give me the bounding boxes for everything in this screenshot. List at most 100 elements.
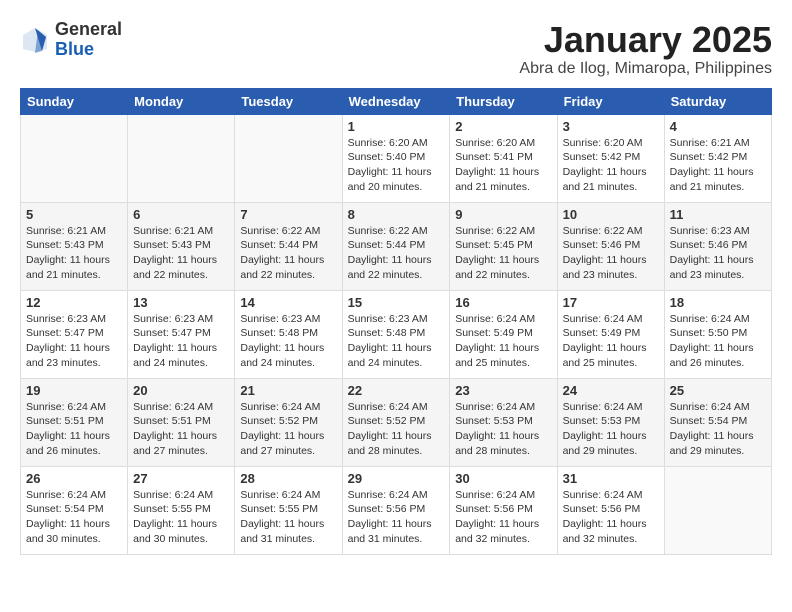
calendar-cell: 31Sunrise: 6:24 AM Sunset: 5:56 PM Dayli… [557,466,664,554]
day-number: 26 [26,471,122,486]
day-info: Sunrise: 6:20 AM Sunset: 5:41 PM Dayligh… [455,136,551,195]
calendar-week-row: 26Sunrise: 6:24 AM Sunset: 5:54 PM Dayli… [21,466,772,554]
day-number: 7 [240,207,336,222]
calendar-cell: 25 Sunrise: 6:24 AM Sunset: 5:54 PM Dayli… [664,378,771,466]
calendar-cell: 1 Sunrise: 6:20 AM Sunset: 5:40 PM Daylig… [342,114,450,202]
day-info: Sunrise: 6:20 AM Sunset: 5:42 PM Dayligh… [563,136,659,195]
day-info: Sunrise: 6:24 AM Sunset: 5:49 PM Dayligh… [455,312,551,371]
calendar-cell [128,114,235,202]
day-info: Sunrise: 6:24 AM Sunset: 5:51 PM Dayligh… [133,400,229,459]
day-info: Sunrise: 6:24 AM Sunset: 5:50 PM Dayligh… [670,312,766,371]
day-info: Sunrise: 6:21 AM Sunset: 5:43 PM Dayligh… [133,224,229,283]
calendar-cell: 20 Sunrise: 6:24 AM Sunset: 5:51 PM Dayli… [128,378,235,466]
day-info: Sunrise: 6:24 AM Sunset: 5:54 PM Dayligh… [670,400,766,459]
calendar-week-row: 12 Sunrise: 6:23 AM Sunset: 5:47 PM Dayli… [21,290,772,378]
calendar-week-row: 1 Sunrise: 6:20 AM Sunset: 5:40 PM Daylig… [21,114,772,202]
calendar-day-header: Thursday [450,88,557,114]
day-info: Sunrise: 6:24 AM Sunset: 5:52 PM Dayligh… [348,400,445,459]
day-info: Sunrise: 6:22 AM Sunset: 5:45 PM Dayligh… [455,224,551,283]
day-number: 5 [26,207,122,222]
day-info: Sunrise: 6:22 AM Sunset: 5:44 PM Dayligh… [240,224,336,283]
day-info: Sunrise: 6:22 AM Sunset: 5:44 PM Dayligh… [348,224,445,283]
day-info: Sunrise: 6:24 AM Sunset: 5:53 PM Dayligh… [455,400,551,459]
calendar-cell: 26Sunrise: 6:24 AM Sunset: 5:54 PM Dayli… [21,466,128,554]
calendar-cell: 3 Sunrise: 6:20 AM Sunset: 5:42 PM Daylig… [557,114,664,202]
day-number: 18 [670,295,766,310]
day-number: 4 [670,119,766,134]
page: General Blue January 2025 Abra de Ilog, … [0,0,792,565]
day-number: 9 [455,207,551,222]
day-info: Sunrise: 6:23 AM Sunset: 5:47 PM Dayligh… [133,312,229,371]
day-info: Sunrise: 6:20 AM Sunset: 5:40 PM Dayligh… [348,136,445,195]
calendar-day-header: Monday [128,88,235,114]
calendar-day-header: Tuesday [235,88,342,114]
logo-blue: Blue [55,40,122,60]
calendar-cell: 19Sunrise: 6:24 AM Sunset: 5:51 PM Dayli… [21,378,128,466]
calendar-cell: 29Sunrise: 6:24 AM Sunset: 5:56 PM Dayli… [342,466,450,554]
day-info: Sunrise: 6:23 AM Sunset: 5:46 PM Dayligh… [670,224,766,283]
calendar-cell: 10 Sunrise: 6:22 AM Sunset: 5:46 PM Dayli… [557,202,664,290]
calendar-cell: 12Sunrise: 6:23 AM Sunset: 5:47 PM Dayli… [21,290,128,378]
header: General Blue January 2025 Abra de Ilog, … [20,20,772,78]
day-info: Sunrise: 6:23 AM Sunset: 5:48 PM Dayligh… [240,312,336,371]
calendar-cell: 22 Sunrise: 6:24 AM Sunset: 5:52 PM Dayli… [342,378,450,466]
day-number: 30 [455,471,551,486]
calendar-cell: 13Sunrise: 6:23 AM Sunset: 5:47 PM Dayli… [128,290,235,378]
day-number: 16 [455,295,551,310]
day-number: 27 [133,471,229,486]
day-info: Sunrise: 6:21 AM Sunset: 5:42 PM Dayligh… [670,136,766,195]
day-number: 25 [670,383,766,398]
calendar-week-row: 19 Sunrise: 6:24 AM Sunset: 5:51 PM Dayli… [21,378,772,466]
day-info: Sunrise: 6:24 AM Sunset: 5:55 PM Dayligh… [240,488,336,547]
day-number: 24 [563,383,659,398]
day-number: 1 [348,119,445,134]
day-number: 12 [26,295,122,310]
calendar-cell: 2Sunrise: 6:20 AM Sunset: 5:41 PM Daylig… [450,114,557,202]
day-number: 23 [455,383,551,398]
day-info: Sunrise: 6:24 AM Sunset: 5:49 PM Dayligh… [563,312,659,371]
calendar-title: January 2025 [519,20,772,60]
calendar-cell: 6 Sunrise: 6:21 AM Sunset: 5:43 PM Daylig… [128,202,235,290]
calendar-subtitle: Abra de Ilog, Mimaropa, Philippines [519,60,772,78]
day-number: 29 [348,471,445,486]
calendar-cell: 15Sunrise: 6:23 AM Sunset: 5:48 PM Dayli… [342,290,450,378]
calendar-table: SundayMondayTuesdayWednesdayThursdayFrid… [20,88,772,555]
calendar-cell: 21Sunrise: 6:24 AM Sunset: 5:52 PM Dayli… [235,378,342,466]
calendar-cell: 24 Sunrise: 6:24 AM Sunset: 5:53 PM Dayli… [557,378,664,466]
calendar-cell: 14 Sunrise: 6:23 AM Sunset: 5:48 PM Dayli… [235,290,342,378]
calendar-cell: 16 Sunrise: 6:24 AM Sunset: 5:49 PM Dayli… [450,290,557,378]
day-number: 14 [240,295,336,310]
day-number: 19 [26,383,122,398]
logo-text: General Blue [55,20,122,60]
day-number: 20 [133,383,229,398]
calendar-cell: 23 Sunrise: 6:24 AM Sunset: 5:53 PM Dayli… [450,378,557,466]
day-info: Sunrise: 6:24 AM Sunset: 5:55 PM Dayligh… [133,488,229,547]
day-number: 3 [563,119,659,134]
calendar-cell [21,114,128,202]
day-info: Sunrise: 6:21 AM Sunset: 5:43 PM Dayligh… [26,224,122,283]
day-number: 28 [240,471,336,486]
logo: General Blue [20,20,122,60]
calendar-cell: 11Sunrise: 6:23 AM Sunset: 5:46 PM Dayli… [664,202,771,290]
day-number: 22 [348,383,445,398]
calendar-cell: 27 Sunrise: 6:24 AM Sunset: 5:55 PM Dayli… [128,466,235,554]
day-number: 8 [348,207,445,222]
day-number: 15 [348,295,445,310]
day-info: Sunrise: 6:24 AM Sunset: 5:53 PM Dayligh… [563,400,659,459]
calendar-cell: 17Sunrise: 6:24 AM Sunset: 5:49 PM Dayli… [557,290,664,378]
day-number: 31 [563,471,659,486]
logo-general: General [55,20,122,40]
calendar-day-header: Sunday [21,88,128,114]
day-info: Sunrise: 6:22 AM Sunset: 5:46 PM Dayligh… [563,224,659,283]
logo-icon [20,25,50,55]
calendar-day-header: Saturday [664,88,771,114]
calendar-header-row: SundayMondayTuesdayWednesdayThursdayFrid… [21,88,772,114]
calendar-cell: 5 Sunrise: 6:21 AM Sunset: 5:43 PM Daylig… [21,202,128,290]
calendar-cell: 4 Sunrise: 6:21 AM Sunset: 5:42 PM Daylig… [664,114,771,202]
calendar-cell [235,114,342,202]
day-number: 10 [563,207,659,222]
day-info: Sunrise: 6:24 AM Sunset: 5:56 PM Dayligh… [455,488,551,547]
calendar-week-row: 5 Sunrise: 6:21 AM Sunset: 5:43 PM Daylig… [21,202,772,290]
calendar-cell: 9 Sunrise: 6:22 AM Sunset: 5:45 PM Daylig… [450,202,557,290]
day-number: 6 [133,207,229,222]
